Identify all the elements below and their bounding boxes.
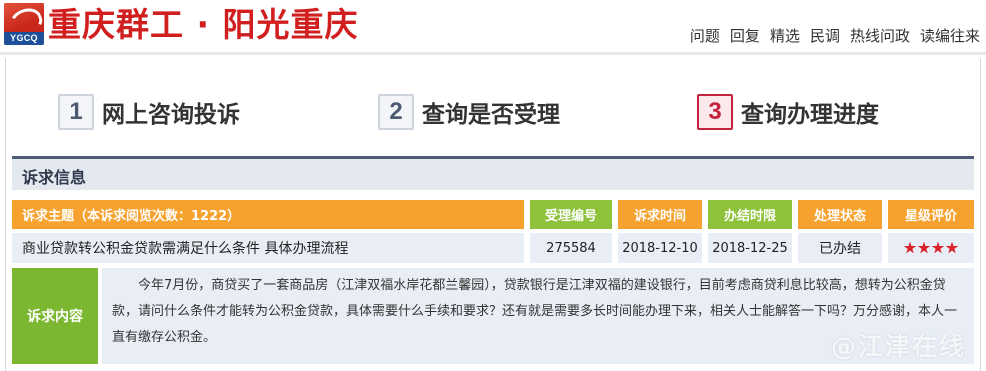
step-label: 网上咨询投诉 xyxy=(102,102,240,128)
step-check-progress[interactable]: 3 查询办理进度 xyxy=(697,94,879,130)
section-title: 诉求信息 xyxy=(22,168,87,187)
nav-link-featured[interactable]: 精选 xyxy=(770,24,800,48)
star-icon xyxy=(903,241,917,254)
step-number: 1 xyxy=(58,94,94,130)
star-icon xyxy=(931,241,945,254)
cell-time: 2018-12-10 xyxy=(618,233,702,263)
cell-id: 275584 xyxy=(530,233,612,263)
content-label: 诉求内容 xyxy=(12,268,98,364)
cell-deadline: 2018-12-25 xyxy=(708,233,792,263)
nav-link-replies[interactable]: 回复 xyxy=(730,24,760,48)
header-time: 诉求时间 xyxy=(618,200,702,229)
nav-link-hotline[interactable]: 热线问政 xyxy=(850,24,910,48)
step-label: 查询办理进度 xyxy=(741,102,879,128)
site-header: YGCQ 重庆群工 · 阳光重庆 问题 回复 精选 民调 热线问政 读编往来 xyxy=(0,0,986,52)
header-divider xyxy=(0,52,986,55)
cell-rating xyxy=(888,233,974,263)
star-rating xyxy=(903,241,959,255)
header-status: 处理状态 xyxy=(798,200,882,229)
header-id: 受理编号 xyxy=(530,200,612,229)
header-deadline: 办结时限 xyxy=(708,200,792,229)
site-logo[interactable]: YGCQ xyxy=(4,3,44,45)
logo-emblem-icon xyxy=(4,3,44,33)
cell-status: 已办结 xyxy=(798,233,882,263)
star-icon xyxy=(917,241,931,254)
step-number: 2 xyxy=(378,94,414,130)
cell-topic: 商业贷款转公积金贷款需满足什么条件 具体办理流程 xyxy=(12,233,524,263)
step-check-accepted[interactable]: 2 查询是否受理 xyxy=(378,94,560,130)
nav-link-polls[interactable]: 民调 xyxy=(810,24,840,48)
top-navigation: 问题 回复 精选 民调 热线问政 读编往来 xyxy=(690,24,980,48)
step-online-consult[interactable]: 1 网上咨询投诉 xyxy=(58,94,240,130)
step-number-active: 3 xyxy=(697,94,733,130)
nav-link-issues[interactable]: 问题 xyxy=(690,24,720,48)
section-header: 诉求信息 xyxy=(12,156,974,190)
star-icon xyxy=(945,241,959,254)
header-rating: 星级评价 xyxy=(888,200,974,229)
step-label: 查询是否受理 xyxy=(422,102,560,128)
nav-link-reader-editor[interactable]: 读编往来 xyxy=(920,24,980,48)
main-content: 1 网上咨询投诉 2 查询是否受理 3 查询办理进度 诉求信息 诉求主题（本诉求… xyxy=(0,58,986,371)
watermark: @江津在线 xyxy=(830,332,966,361)
logo-text: YGCQ xyxy=(4,32,44,45)
site-title[interactable]: 重庆群工 · 阳光重庆 xyxy=(48,4,359,46)
header-topic: 诉求主题（本诉求阅览次数：1222） xyxy=(12,200,524,229)
